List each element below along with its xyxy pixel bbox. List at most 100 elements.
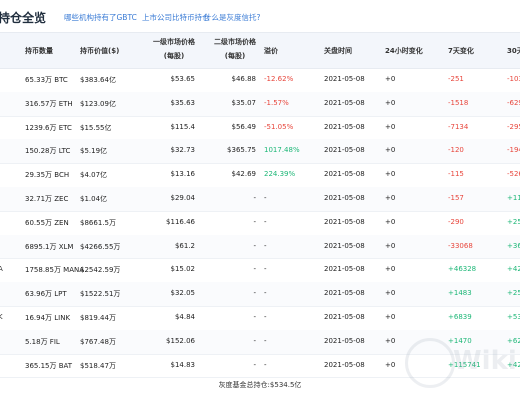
cell-7d-change: -1518 (448, 98, 469, 107)
col-header-secondary-price[interactable]: 二级市场价格 (每股) (209, 37, 261, 61)
col-header-primary-price-line2: (每股) (163, 52, 185, 60)
col-header-close-time[interactable]: 关盘时间 (324, 46, 352, 56)
watermark-circle-icon (405, 338, 455, 388)
col-header-primary-price[interactable]: 一级市场价格 (每股) (148, 37, 200, 61)
cell-value: $15.55亿 (80, 123, 112, 132)
cell-30d-change: +362 (507, 241, 520, 250)
cell-7d-change: -157 (448, 194, 464, 202)
cell-quantity: 365.15万 BAT (25, 361, 73, 370)
cell-secondary-price: $46.88 (231, 75, 257, 83)
table-row[interactable]: 60.55万 ZEN $8661.5万 $116.46 - - 2021-05-08 +0 -… (0, 211, 520, 236)
link-gbtc-holders[interactable]: 哪些机构持有了GBTC (64, 12, 137, 23)
col-header-value[interactable]: 持币价值($) (80, 46, 119, 56)
col-header-quantity[interactable]: 持币数量 (25, 46, 53, 56)
cell-quantity: 16.94万 LINK (25, 314, 71, 322)
cell-quantity: 1239.6万 ETC (25, 123, 72, 132)
cell-primary-price: $32.05 (170, 289, 196, 298)
cell-premium: -51.05% (264, 122, 294, 131)
cell-primary-price: $152.06 (166, 336, 195, 345)
cell-24h-change: +0 (385, 336, 396, 345)
cell-secondary-price: $56.49 (231, 122, 257, 131)
col-header-24h-change[interactable]: 24小时变化 (385, 46, 423, 56)
cell-primary-price: $115.4 (170, 122, 196, 131)
table-row[interactable]: 6895.1万 XLM $4266.55万 $61.2 - - 2021-05-08 +0 -… (0, 234, 520, 260)
cell-close-time: 2021-05-08 (324, 194, 365, 202)
cell-30d-change: -103 (507, 75, 520, 83)
col-header-premium[interactable]: 溢价 (264, 46, 278, 56)
cell-30d-change: +258 (507, 289, 520, 298)
cell-quantity: 1758.85万 MANA (25, 266, 85, 275)
cell-premium: -12.62% (264, 75, 294, 83)
table-row[interactable]: A 1758.85万 MANA $2542.59万 $15.02 - - 2021-05-0… (0, 258, 520, 284)
cell-close-time: 2021-05-08 (324, 360, 365, 369)
cell-value: $1.04亿 (80, 195, 108, 203)
cell-premium: - (264, 217, 267, 226)
watermark-logo: Wiki (405, 332, 520, 392)
cell-primary-price: $13.16 (170, 170, 196, 179)
table-row[interactable]: 29.35万 BCH $4.07亿 $13.16 $42.69 224.39% 2021-… (0, 163, 520, 188)
cell-secondary-price: - (253, 289, 256, 298)
cell-value: $1522.51万 (80, 290, 121, 299)
cell-24h-change: +0 (385, 194, 396, 202)
cell-7d-change: -120 (448, 146, 464, 155)
cell-quantity: 316.57万 ETH (25, 99, 73, 108)
cell-quantity: 150.28万 LTC (25, 147, 71, 156)
table-row[interactable]: 63.96万 LPT $1522.51万 $32.05 - - 2021-05-08 +0 +… (0, 282, 520, 307)
cell-quantity: 6895.1万 XLM (25, 242, 74, 251)
cell-secondary-price: - (253, 360, 256, 369)
cell-24h-change: +0 (385, 217, 396, 226)
cell-primary-price: $14.83 (170, 360, 196, 369)
table-row[interactable]: 316.57万 ETH $123.09亿 $35.63 $35.07 -1.57% 202… (0, 91, 520, 117)
cell-24h-change: +0 (385, 241, 396, 250)
table-row[interactable]: 65.33万 BTC $383.64亿 $53.65 $46.88 -12.62% 202… (0, 68, 520, 93)
cell-24h-change: +0 (385, 146, 396, 155)
cell-close-time: 2021-05-08 (324, 336, 365, 345)
table-row[interactable]: 150.28万 LTC $5.19亿 $32.73 $365.75 1017.48% 20… (0, 139, 520, 165)
cell-secondary-price: - (253, 217, 256, 226)
cell-close-time: 2021-05-08 (324, 265, 365, 274)
page-title: 持仓全览 (0, 11, 47, 25)
col-header-30d-change[interactable]: 30天 (507, 46, 520, 56)
cell-close-time: 2021-05-08 (324, 146, 365, 155)
cell-premium: - (264, 289, 267, 298)
cell-quantity: 60.55万 ZEN (25, 218, 69, 227)
cell-primary-price: $32.73 (170, 146, 196, 155)
cell-7d-change: +46328 (448, 265, 477, 274)
cell-24h-change: +0 (385, 360, 396, 369)
link-what-is-grayscale[interactable]: 什么是灰度信托? (204, 12, 260, 23)
cell-close-time: 2021-05-08 (324, 170, 365, 179)
col-header-secondary-price-line2: (每股) (224, 52, 246, 60)
row-edge-label: K (0, 313, 3, 321)
cell-primary-price: $116.46 (166, 217, 195, 226)
col-header-7d-change[interactable]: 7天变化 (448, 46, 474, 56)
cell-premium: - (264, 265, 267, 274)
cell-primary-price: $35.63 (170, 98, 196, 107)
table-row[interactable]: 32.71万 ZEC $1.04亿 $29.04 - - 2021-05-08 +0 -157… (0, 187, 520, 212)
table-row[interactable]: K 16.94万 LINK $819.44万 $4.84 - - 2021-05-08 +0 +… (0, 306, 520, 331)
cell-24h-change: +0 (385, 122, 396, 131)
cell-secondary-price: - (253, 265, 256, 274)
col-header-primary-price-line1: 一级市场价格 (153, 38, 195, 46)
row-edge-label: A (0, 265, 3, 274)
cell-close-time: 2021-05-08 (324, 241, 365, 250)
link-public-company-holdings[interactable]: 上市公司比特币持仓 (142, 12, 210, 23)
cell-24h-change: +0 (385, 98, 396, 107)
cell-close-time: 2021-05-08 (324, 122, 365, 131)
cell-24h-change: +0 (385, 170, 396, 179)
cell-quantity: 29.35万 BCH (25, 171, 70, 180)
cell-secondary-price: - (253, 336, 256, 345)
cell-30d-change: -629 (507, 98, 520, 107)
table-row[interactable]: 1239.6万 ETC $15.55亿 $115.4 $56.49 -51.05% 202… (0, 116, 520, 141)
cell-close-time: 2021-05-08 (324, 313, 365, 321)
cell-30d-change: +530 (507, 313, 520, 321)
col-header-secondary-price-line1: 二级市场价格 (214, 38, 256, 46)
cell-close-time: 2021-05-08 (324, 289, 365, 298)
cell-7d-change: -251 (448, 75, 464, 83)
cell-premium: -1.57% (264, 98, 289, 107)
cell-premium: - (264, 360, 267, 369)
cell-30d-change: +426 (507, 265, 520, 274)
cell-quantity: 32.71万 ZEC (25, 195, 69, 203)
cell-secondary-price: $42.69 (231, 170, 257, 179)
cell-premium: - (264, 336, 267, 345)
cell-7d-change: -7134 (448, 122, 469, 131)
